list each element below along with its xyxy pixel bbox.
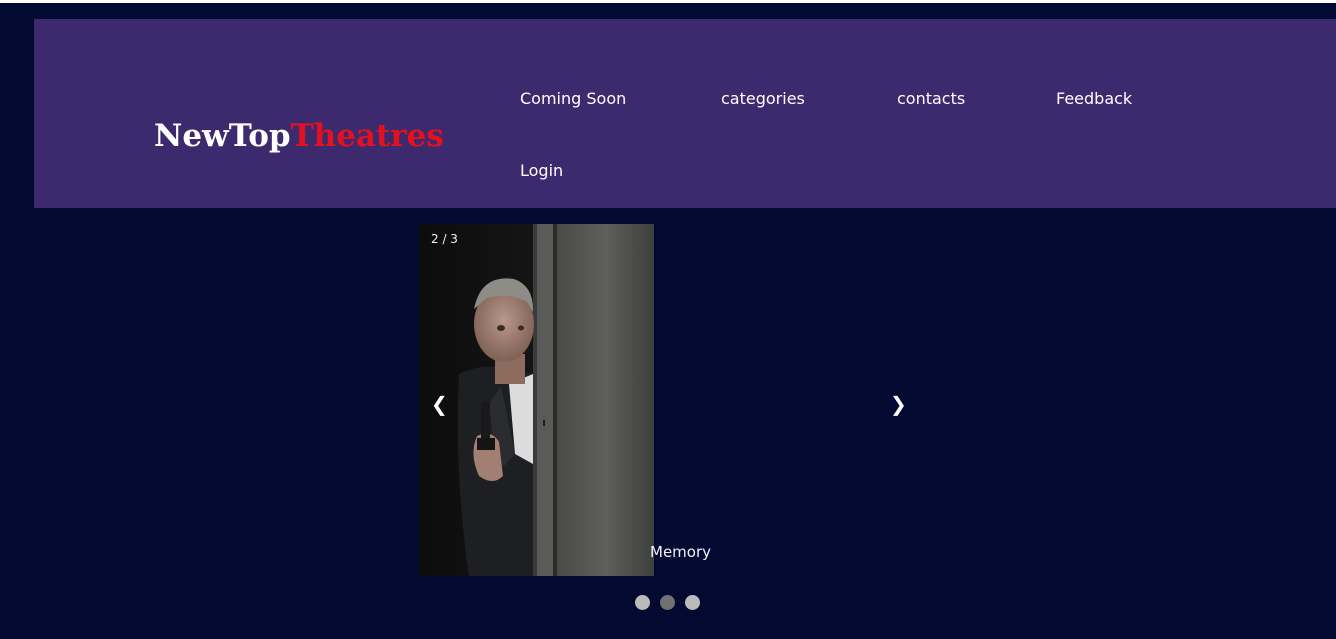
slide-number: 2 / 3: [431, 232, 458, 246]
next-slide-button[interactable]: ❯: [890, 390, 907, 418]
slide-dot-2[interactable]: [660, 595, 675, 610]
slide-caption: Memory: [650, 543, 712, 561]
movie-slideshow: 2 / 3 Memory ❮ ❯: [419, 224, 917, 576]
logo-text-newtop: NewTop: [154, 118, 291, 154]
movie-poster-image: [419, 224, 654, 576]
top-border: [0, 0, 1336, 3]
slide-dot-3[interactable]: [685, 595, 700, 610]
nav-link-categories[interactable]: categories: [721, 85, 805, 113]
logo-text-theatres: Theatres: [290, 118, 444, 154]
nav-link-feedback[interactable]: Feedback: [1056, 85, 1132, 113]
nav-link-login[interactable]: Login: [520, 157, 563, 185]
previous-slide-button[interactable]: ❮: [431, 390, 448, 418]
slide-dot-1[interactable]: [635, 595, 650, 610]
site-logo[interactable]: NewTopTheatres: [154, 113, 444, 159]
nav-link-coming-soon[interactable]: Coming Soon: [520, 85, 626, 113]
site-header: NewTopTheatres Coming Soon categories co…: [34, 19, 1336, 208]
nav-link-contacts[interactable]: contacts: [897, 85, 965, 113]
